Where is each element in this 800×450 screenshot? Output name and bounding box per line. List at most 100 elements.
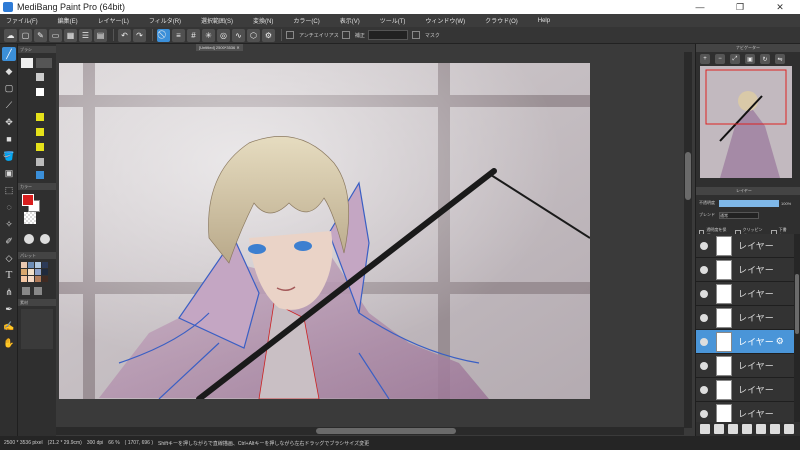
settings-icon[interactable]: ⚙	[262, 28, 275, 42]
brush-preset[interactable]	[36, 143, 44, 151]
delete-layer-icon[interactable]	[784, 424, 794, 434]
flip-icon[interactable]: ⇋	[775, 54, 785, 64]
menu-view[interactable]: 表示(V)	[340, 16, 360, 25]
divide-tool-icon[interactable]: ⋔	[2, 285, 16, 299]
palette-swatch[interactable]	[21, 269, 27, 275]
palette-swatch[interactable]	[42, 269, 48, 275]
menu-layer[interactable]: レイヤー(L)	[98, 16, 129, 25]
merge-down-icon[interactable]	[756, 424, 766, 434]
palette-swatch[interactable]	[42, 276, 48, 282]
foreground-color-swatch[interactable]	[22, 194, 34, 206]
canvas-area[interactable]: [Untitled] 2500*3536 ✕	[56, 44, 695, 436]
visibility-eye-icon[interactable]	[700, 241, 708, 250]
concentric-snap-icon[interactable]: ◎	[217, 28, 230, 42]
palette-swatch[interactable]	[28, 269, 34, 275]
navigator-thumbnail[interactable]	[700, 66, 792, 178]
scrollbar-thumb[interactable]	[795, 274, 799, 334]
list-icon[interactable]: ☰	[79, 28, 92, 42]
visibility-eye-icon[interactable]	[700, 289, 708, 298]
layer-scrollbar[interactable]	[794, 234, 800, 422]
color-wheel-icon[interactable]	[24, 234, 34, 244]
menu-help[interactable]: Help	[538, 18, 550, 24]
brush-preset[interactable]	[36, 58, 52, 68]
blend-select[interactable]: 通常	[719, 211, 759, 219]
opacity-slider[interactable]	[719, 199, 779, 207]
material-list[interactable]	[21, 309, 53, 349]
maximize-button[interactable]: ❐	[720, 0, 760, 14]
visibility-eye-icon[interactable]	[700, 337, 708, 346]
pen-tool-icon[interactable]: ✍	[2, 319, 16, 333]
canvas-horizontal-scrollbar[interactable]	[56, 427, 684, 435]
palette-edit-icon[interactable]	[22, 287, 30, 295]
brush-settings-icon[interactable]	[36, 171, 44, 179]
eyedropper-icon[interactable]: ✒	[2, 302, 16, 316]
grid-icon[interactable]: ▦	[64, 28, 77, 42]
scrollbar-thumb[interactable]	[685, 152, 691, 200]
layer-row[interactable]: レイヤー ⚙	[696, 330, 794, 354]
parallel-snap-icon[interactable]: ≡	[172, 28, 185, 42]
dot-tool-icon[interactable]: ⟋	[2, 98, 16, 112]
eraser-tool-icon[interactable]: ◆	[2, 64, 16, 78]
menu-edit[interactable]: 編集(E)	[58, 16, 78, 25]
text-tool-icon[interactable]: T	[2, 268, 16, 282]
menu-cloud[interactable]: クラウド(O)	[485, 16, 518, 25]
brush-preset[interactable]	[36, 128, 44, 136]
menu-tool[interactable]: ツール(T)	[380, 16, 406, 25]
move-tool-icon[interactable]: ✥	[2, 115, 16, 129]
palette-swatch[interactable]	[35, 276, 41, 282]
palette-swatch[interactable]	[42, 262, 48, 268]
layer-row[interactable]: レイヤー	[696, 354, 794, 378]
duplicate-layer-icon[interactable]	[742, 424, 752, 434]
transparent-color-swatch[interactable]	[24, 212, 36, 224]
zoom-out-icon[interactable]: −	[715, 54, 725, 64]
palette-swatch[interactable]	[28, 276, 34, 282]
brush-preset[interactable]	[36, 73, 44, 81]
antialias-checkbox[interactable]	[286, 31, 294, 39]
brush-tool-icon[interactable]: ╱	[2, 47, 16, 61]
menu-color[interactable]: カラー(C)	[293, 16, 319, 25]
menu-filter[interactable]: フィルタ(R)	[149, 16, 181, 25]
gradient-tool-icon[interactable]: ▣	[2, 166, 16, 180]
visibility-eye-icon[interactable]	[700, 409, 708, 418]
brush-list[interactable]	[18, 53, 56, 181]
layer-row[interactable]: レイヤー	[696, 402, 794, 422]
palette-swatch[interactable]	[28, 262, 34, 268]
select-pen-icon[interactable]: ✐	[2, 234, 16, 248]
layer-row[interactable]: レイヤー	[696, 378, 794, 402]
visibility-eye-icon[interactable]	[700, 361, 708, 370]
visibility-eye-icon[interactable]	[700, 385, 708, 394]
new-folder-icon[interactable]	[770, 424, 780, 434]
palette-swatch[interactable]	[35, 269, 41, 275]
palette-swatch[interactable]	[21, 276, 27, 282]
zoom-in-icon[interactable]: +	[700, 54, 710, 64]
brush-preset[interactable]	[36, 113, 44, 121]
menu-window[interactable]: ウィンドウ(W)	[425, 16, 465, 25]
select-tool-icon[interactable]: ⬚	[2, 183, 16, 197]
comment-icon[interactable]: ▭	[49, 28, 62, 42]
actual-size-icon[interactable]: ▣	[745, 54, 755, 64]
bucket-tool-icon[interactable]: 🪣	[2, 149, 16, 163]
palette-icon[interactable]	[40, 234, 50, 244]
table-icon[interactable]: ▤	[94, 28, 107, 42]
minimize-button[interactable]: —	[680, 0, 720, 14]
brush-preset[interactable]	[36, 88, 44, 96]
drawing-canvas[interactable]	[59, 63, 590, 399]
cross-snap-icon[interactable]: #	[187, 28, 200, 42]
fit-icon[interactable]: ⤢	[730, 54, 740, 64]
document-tab[interactable]: [Untitled] 2500*3536 ✕	[196, 44, 243, 51]
hand-tool-icon[interactable]: ✋	[2, 336, 16, 350]
snap-off-icon[interactable]: ⃠	[157, 28, 170, 42]
shape-tool-icon[interactable]: ▢	[2, 81, 16, 95]
palette-delete-icon[interactable]	[34, 287, 42, 295]
speech-icon[interactable]: ✎	[34, 28, 47, 42]
palette-swatch[interactable]	[21, 262, 27, 268]
new-file-icon[interactable]: ▢	[19, 28, 32, 42]
magic-wand-icon[interactable]: ✧	[2, 217, 16, 231]
radial-snap-icon[interactable]: ✳	[202, 28, 215, 42]
snap-select[interactable]	[367, 30, 408, 40]
canvas-vertical-scrollbar[interactable]	[684, 52, 692, 428]
new-layer-icon[interactable]	[700, 424, 710, 434]
layer-row[interactable]: レイヤー	[696, 234, 794, 258]
layer-row[interactable]: レイヤー	[696, 282, 794, 306]
layer-row[interactable]: レイヤー	[696, 306, 794, 330]
